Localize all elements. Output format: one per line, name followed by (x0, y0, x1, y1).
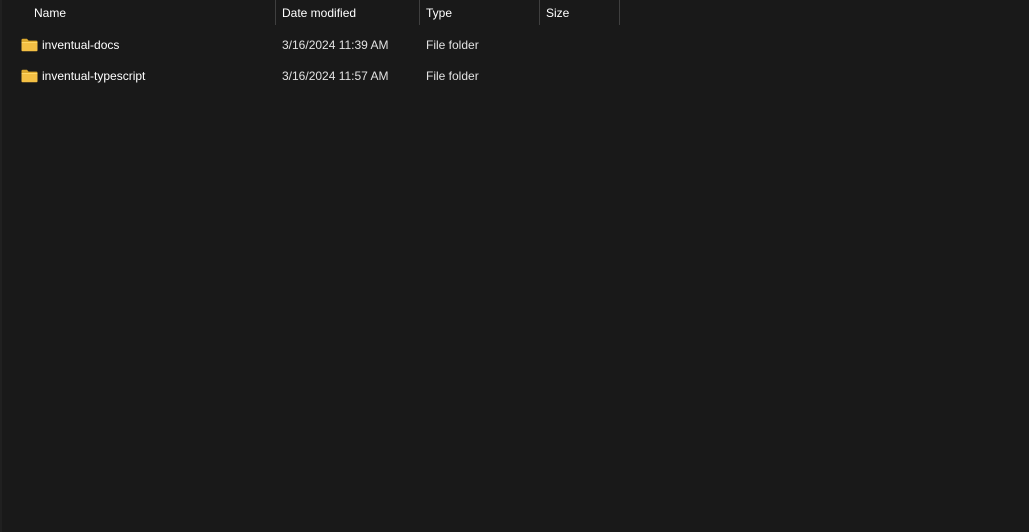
file-name: inventual-typescript (42, 69, 146, 83)
file-list-pane: Name ^ Date modified Type Size inventual… (0, 0, 1029, 532)
file-date-modified: 3/16/2024 11:39 AM (282, 38, 389, 52)
column-header-name[interactable]: Name (34, 0, 66, 25)
column-resize-handle-date[interactable] (419, 0, 420, 25)
pane-left-border (0, 0, 2, 532)
column-resize-handle-name[interactable] (275, 0, 276, 25)
column-header-date-modified[interactable]: Date modified (282, 0, 356, 25)
file-row[interactable]: inventual-typescript 3/16/2024 11:57 AM … (16, 61, 620, 91)
folder-icon (21, 69, 38, 83)
column-header-size[interactable]: Size (546, 0, 569, 25)
column-header-type[interactable]: Type (426, 0, 452, 25)
folder-icon (21, 38, 38, 52)
column-resize-handle-size[interactable] (619, 0, 620, 25)
file-row[interactable]: inventual-docs 3/16/2024 11:39 AM File f… (16, 30, 620, 60)
file-date-modified: 3/16/2024 11:57 AM (282, 69, 389, 83)
file-name: inventual-docs (42, 38, 120, 52)
file-type: File folder (426, 69, 479, 83)
sort-ascending-icon: ^ (148, 0, 154, 5)
column-header-bar: Name ^ Date modified Type Size (0, 0, 1029, 25)
column-resize-handle-type[interactable] (539, 0, 540, 25)
file-type: File folder (426, 38, 479, 52)
